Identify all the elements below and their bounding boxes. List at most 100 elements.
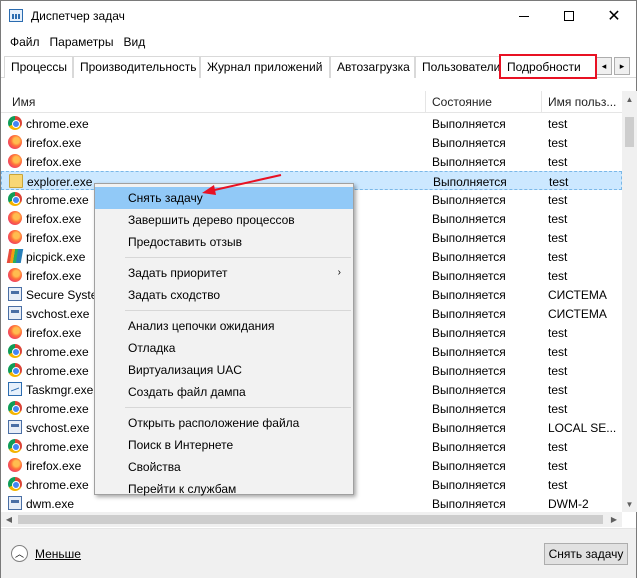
process-state: Выполняется [432,193,506,207]
scroll-right-icon[interactable]: ▶ [606,512,622,527]
vertical-scroll-thumb[interactable] [625,117,634,147]
title-bar[interactable]: Диспетчер задач ✕ [1,1,636,31]
context-menu-item-label: Завершить дерево процессов [128,213,295,227]
process-state: Выполняется [432,421,506,435]
process-state: Выполняется [432,307,506,321]
end-task-button[interactable]: Снять задачу [544,543,628,565]
process-state: Выполняется [432,440,506,454]
close-icon: ✕ [607,6,621,25]
context-menu-item-label: Отладка [128,341,176,355]
context-menu-item-label: Анализ цепочки ожидания [128,319,275,333]
process-name: dwm.exe [26,497,75,511]
context-menu-item[interactable]: Перейти к службам [95,478,353,500]
minimize-button[interactable] [501,1,547,31]
tab-app-history[interactable]: Журнал приложений [200,56,330,78]
minimize-icon [519,15,529,17]
horizontal-scrollbar[interactable]: ◀ ▶ [1,512,622,527]
column-divider[interactable] [425,91,426,113]
process-name: firefox.exe [26,155,82,169]
process-user: test [549,175,569,189]
context-menu-item-label: Создать файл дампа [128,385,246,399]
context-menu-item[interactable]: Предоставить отзыв [95,231,353,253]
column-name[interactable]: Имя [12,95,35,109]
process-state: Выполняется [432,288,506,302]
scroll-down-icon[interactable]: ▼ [622,496,637,512]
scroll-up-icon[interactable]: ▲ [622,91,637,107]
menu-view[interactable]: Вид [118,35,150,49]
process-state: Выполняется [432,250,506,264]
fewer-details-link[interactable]: ︿ Меньше [11,545,81,562]
context-menu: Снять задачу Завершить дерево процессов Пр… [94,183,354,496]
generic-icon [8,287,22,301]
tab-scroll-left-button[interactable]: ◂ [596,57,612,75]
context-menu-item[interactable]: Открыть расположение файла [95,412,353,434]
table-row[interactable]: firefox.exe Выполняется test [1,133,622,152]
task-manager-window: Диспетчер задач ✕ Файл Параметры Вид Про… [0,0,637,578]
process-name: chrome.exe [26,440,89,454]
menu-separator [125,407,351,408]
fewer-details-label: Меньше [35,546,81,561]
tab-details[interactable]: Подробности [499,54,597,79]
process-name: picpick.exe [26,250,86,264]
process-user: test [548,402,568,416]
chrome-icon [8,477,22,491]
chrome-icon [8,439,22,453]
process-name: firefox.exe [26,231,82,245]
tab-performance[interactable]: Производительность [73,56,200,78]
scroll-left-icon[interactable]: ◀ [1,512,17,527]
process-name: chrome.exe [26,364,89,378]
process-state: Выполняется [432,117,506,131]
process-user: test [548,136,568,150]
vertical-scrollbar[interactable]: ▲ ▼ [622,91,637,512]
context-menu-item[interactable]: Поиск в Интернете [95,434,353,456]
close-button[interactable]: ✕ [591,1,637,31]
chrome-icon [8,344,22,358]
column-divider[interactable] [541,91,542,113]
process-state: Выполняется [432,326,506,340]
process-user: test [548,478,568,492]
context-menu-item-label: Снять задачу [128,191,203,205]
firefox-icon [8,268,22,282]
context-menu-item[interactable]: Создать файл дампа [95,381,353,403]
process-user: test [548,269,568,283]
firefox-icon [8,135,22,149]
context-menu-item[interactable]: Задать сходство [95,284,353,306]
process-name: firefox.exe [26,459,82,473]
tab-scroll-right-button[interactable]: ▸ [614,57,630,75]
context-menu-item[interactable]: Анализ цепочки ожидания [95,315,353,337]
table-row[interactable]: firefox.exe Выполняется test [1,152,622,171]
process-state: Выполняется [432,364,506,378]
process-user: test [548,117,568,131]
context-menu-item[interactable]: Отладка [95,337,353,359]
footer: ︿ Меньше Снять задачу [1,528,636,578]
tab-users[interactable]: Пользователи [415,56,501,78]
menu-options[interactable]: Параметры [45,35,119,49]
maximize-button[interactable] [546,1,592,31]
tab-startup[interactable]: Автозагрузка [330,56,415,78]
context-menu-item-label: Предоставить отзыв [128,235,242,249]
context-menu-item[interactable]: Завершить дерево процессов [95,209,353,231]
process-name: Taskmgr.exe [26,383,94,397]
table-row[interactable]: chrome.exe Выполняется test [1,114,622,133]
process-state: Выполняется [432,155,506,169]
submenu-arrow-icon: › [337,267,341,278]
taskmgr-icon [8,382,22,396]
process-state: Выполняется [432,402,506,416]
chrome-icon [8,401,22,415]
context-menu-item[interactable]: Задать приоритет › [95,262,353,284]
process-state: Выполняется [432,497,506,511]
context-menu-item[interactable]: Виртуализация UAC [95,359,353,381]
process-name: explorer.exe [27,175,93,189]
process-state: Выполняется [432,212,506,226]
menu-file[interactable]: Файл [5,35,45,49]
context-menu-item[interactable]: Свойства [95,456,353,478]
horizontal-scroll-thumb[interactable] [18,515,603,524]
column-user[interactable]: Имя польз... [548,95,616,109]
process-state: Выполняется [432,459,506,473]
column-state[interactable]: Состояние [432,95,492,109]
process-user: test [548,440,568,454]
tab-processes[interactable]: Процессы [4,56,73,78]
firefox-icon [8,230,22,244]
maximize-icon [564,11,574,21]
process-name: chrome.exe [26,117,89,131]
